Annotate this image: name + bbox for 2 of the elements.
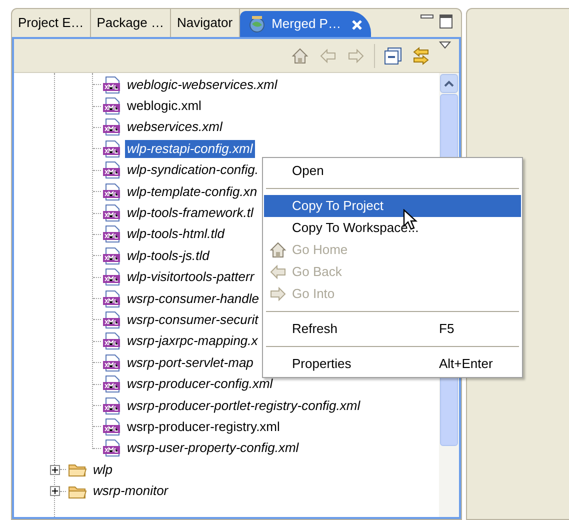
shortcut-label: F5 [439, 320, 456, 338]
shortcut-label: Alt+Enter [439, 355, 494, 374]
